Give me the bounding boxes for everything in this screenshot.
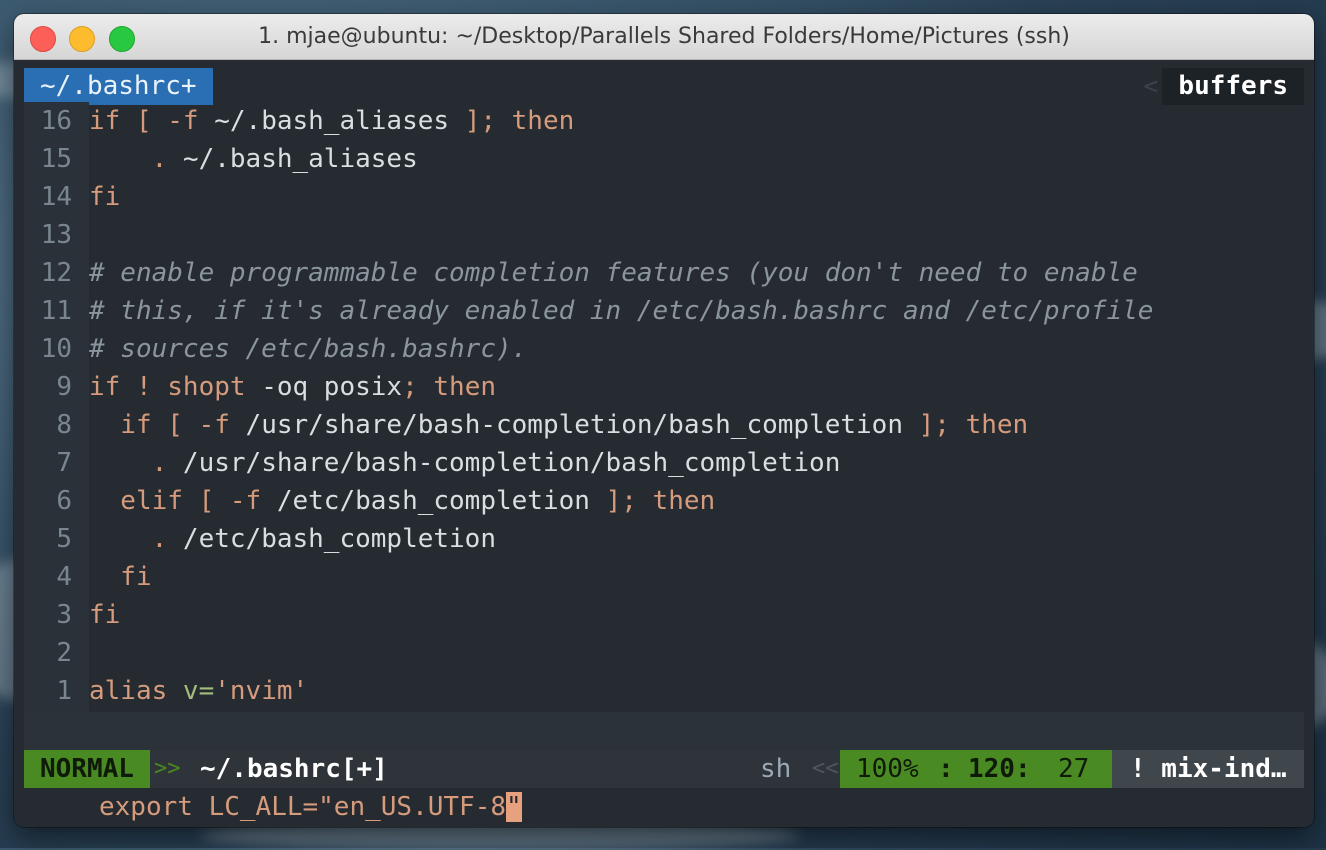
line-code: if [ -f /usr/share/bash-completion/bash_… xyxy=(89,406,1028,444)
status-filetype: sh xyxy=(760,754,792,784)
line-code: # sources /etc/bash.bashrc). xyxy=(89,330,527,368)
line-number: 11 xyxy=(40,296,72,326)
line-code: # enable programmable completion feature… xyxy=(89,254,1138,292)
code-line[interactable]: 4 fi xyxy=(14,558,1314,596)
code-line[interactable]: 2 xyxy=(14,634,1314,672)
position-column: 27 xyxy=(1058,754,1090,784)
code-line[interactable]: 11 # this, if it's already enabled in /et… xyxy=(14,292,1314,330)
code-line[interactable]: 9 if ! shopt -oq posix; then xyxy=(14,368,1314,406)
code-line[interactable]: 14 fi xyxy=(14,178,1314,216)
line-code: . /usr/share/bash-completion/bash_comple… xyxy=(89,444,841,482)
code-line[interactable]: 13 xyxy=(14,216,1314,254)
code-line[interactable]: 5 . /etc/bash_completion xyxy=(14,520,1314,558)
filetype-separator: << xyxy=(812,756,839,781)
code-line[interactable]: 7 . /usr/share/bash-completion/bash_comp… xyxy=(14,444,1314,482)
code-token: ]; then xyxy=(464,106,575,136)
line-code: alias v='nvim' xyxy=(89,672,308,710)
line-code: fi xyxy=(89,178,120,216)
line-number: 15 xyxy=(40,144,72,174)
code-line[interactable]: 8 if [ -f /usr/share/bash-completion/bas… xyxy=(14,406,1314,444)
code-line[interactable]: 1 alias v='nvim' xyxy=(14,672,1314,710)
code-token: # enable programmable completion feature… xyxy=(89,258,1138,288)
code-token: if [ -f xyxy=(89,410,246,440)
buffers-label: buffers xyxy=(1162,68,1304,105)
title-bar[interactable]: 1. mjae@ubuntu: ~/Desktop/Parallels Shar… xyxy=(14,14,1314,60)
export-value: "en_US.UTF-8 xyxy=(318,792,506,822)
line-number: 13 xyxy=(40,220,72,250)
code-token: v= xyxy=(182,676,215,706)
current-line[interactable]: 120 export LC_ALL="en_US.UTF-8" xyxy=(24,712,1304,822)
vim-editor[interactable]: ~/.bashrc+ < buffers 16 if [ -f ~/.bash_a… xyxy=(14,60,1314,827)
code-token: /usr/share/bash-completion/bash_completi… xyxy=(182,448,841,478)
line-code: elif [ -f /etc/bash_completion ]; then xyxy=(89,482,715,520)
code-token: ; then xyxy=(402,372,496,402)
line-number: 12 xyxy=(40,258,72,288)
line-number: 3 xyxy=(56,600,72,630)
cursor-position: 100% : 120: 27 xyxy=(840,750,1112,788)
line-number: 5 xyxy=(56,524,72,554)
line-number: 6 xyxy=(56,486,72,516)
code-token: -oq posix xyxy=(261,372,403,402)
code-line[interactable]: 12 # enable programmable completion featu… xyxy=(14,254,1314,292)
code-line[interactable]: 6 elif [ -f /etc/bash_completion ]; then xyxy=(14,482,1314,520)
code-token: ~/.bash_aliases xyxy=(182,144,418,174)
terminal-window: 1. mjae@ubuntu: ~/Desktop/Parallels Shar… xyxy=(14,14,1314,827)
code-line[interactable]: 15 . ~/.bash_aliases xyxy=(14,140,1314,178)
line-number: 10 xyxy=(40,334,72,364)
code-token: ]; then xyxy=(605,486,716,516)
export-variable: LC_ALL= xyxy=(208,792,319,822)
position-separator: : xyxy=(938,754,954,784)
tab-bashrc[interactable]: ~/.bashrc+ xyxy=(24,68,213,105)
code-token: fi xyxy=(89,182,121,212)
line-number: 7 xyxy=(56,448,72,478)
code-token: . xyxy=(89,144,183,174)
line-number: 2 xyxy=(56,638,72,668)
position-line: 120: xyxy=(968,754,1031,784)
tabline-separator: < xyxy=(1143,72,1158,100)
code-token: # sources /etc/bash.bashrc). xyxy=(89,334,528,364)
status-filename: ~/.bashrc[+] xyxy=(200,754,388,784)
code-token: ~/.bash_aliases xyxy=(214,106,465,136)
code-token: alias xyxy=(89,676,183,706)
line-number: 14 xyxy=(40,182,72,212)
code-token: elif [ -f xyxy=(89,486,277,516)
code-token: # this, if it's already enabled in /etc/… xyxy=(89,296,1154,326)
line-number: 16 xyxy=(40,106,72,136)
line-code: if ! shopt -oq posix; then xyxy=(89,368,496,406)
code-line[interactable]: 16 if [ -f ~/.bash_aliases ]; then xyxy=(14,102,1314,140)
current-line-code: export LC_ALL="en_US.UTF-8" xyxy=(99,788,522,826)
code-token: fi xyxy=(89,562,152,592)
export-keyword: export xyxy=(99,792,209,822)
line-number: 4 xyxy=(56,562,72,592)
code-token: 'nvim' xyxy=(214,676,309,706)
line-number: 1 xyxy=(56,676,72,706)
line-code: fi xyxy=(89,558,152,596)
code-token: /etc/bash_completion xyxy=(276,486,606,516)
statusline: NORMAL >> ~/.bashrc[+] sh << 100% : 120:… xyxy=(24,750,1304,788)
code-token: /usr/share/bash-completion/bash_completi… xyxy=(245,410,919,440)
code-token: if [ -f xyxy=(89,106,215,136)
code-line[interactable]: 10 # sources /etc/bash.bashrc). xyxy=(14,330,1314,368)
code-line[interactable]: 3 fi xyxy=(14,596,1314,634)
line-code: . /etc/bash_completion xyxy=(89,520,496,558)
line-code: # this, if it's already enabled in /etc/… xyxy=(89,292,1153,330)
line-code: fi xyxy=(89,596,120,634)
code-token: ]; then xyxy=(918,410,1029,440)
line-code: . ~/.bash_aliases xyxy=(89,140,418,178)
indent-warning: ! mix-ind… xyxy=(1112,750,1304,788)
code-token: if ! shopt xyxy=(89,372,262,402)
mode-indicator: NORMAL xyxy=(24,750,150,788)
line-code: if [ -f ~/.bash_aliases ]; then xyxy=(89,102,574,140)
code-token: . xyxy=(89,448,183,478)
text-cursor: " xyxy=(506,792,522,822)
code-token: fi xyxy=(89,600,121,630)
line-number: 9 xyxy=(56,372,72,402)
window-title: 1. mjae@ubuntu: ~/Desktop/Parallels Shar… xyxy=(258,24,1070,49)
line-number: 8 xyxy=(56,410,72,440)
vim-tabline: ~/.bashrc+ < buffers xyxy=(14,64,1314,105)
mode-separator: >> xyxy=(154,756,181,781)
code-token: /etc/bash_completion xyxy=(182,524,496,554)
scroll-percent: 100% xyxy=(856,754,919,784)
code-token: . xyxy=(89,524,183,554)
